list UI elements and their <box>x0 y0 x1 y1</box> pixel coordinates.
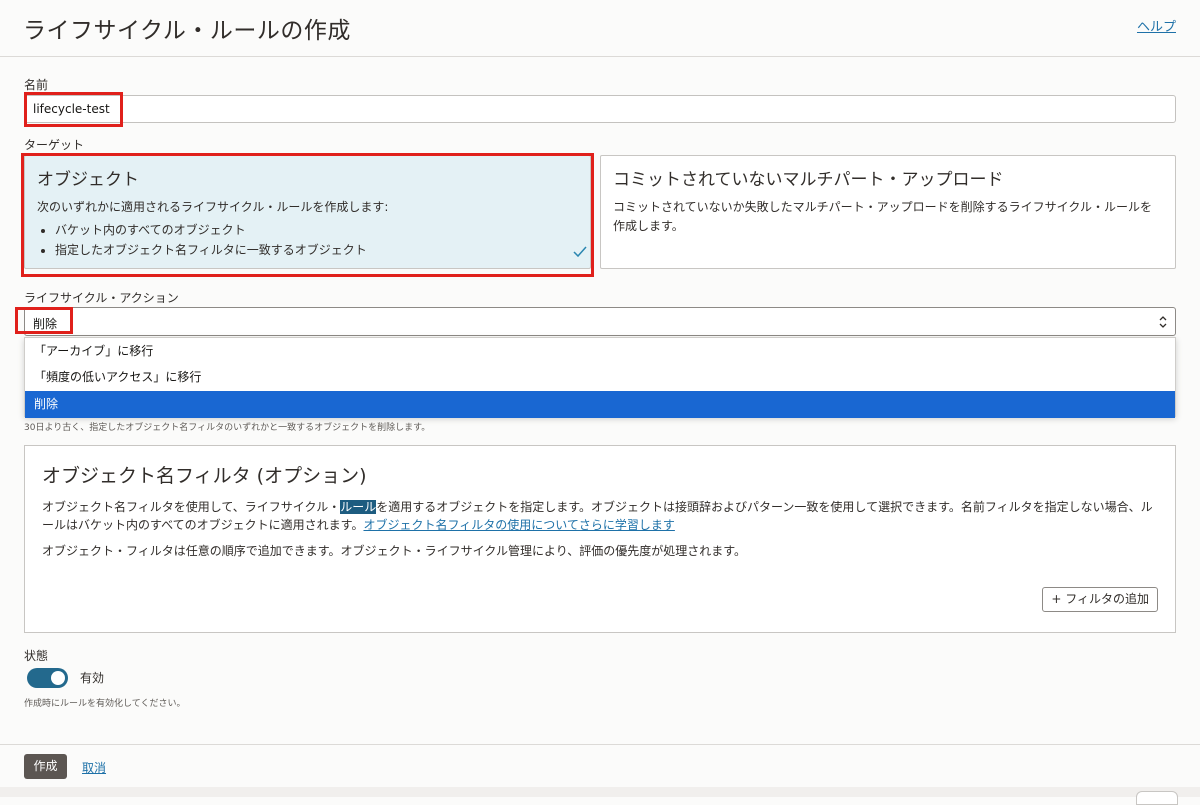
learn-more-link[interactable]: オブジェクト名フィルタの使用についてさらに学習します <box>363 518 674 532</box>
filter-panel-title: オブジェクト名フィルタ (オプション) <box>42 465 367 487</box>
action-label: ライフサイクル・アクション <box>24 291 179 305</box>
target-option-objects-bullets: バケット内のすべてのオブジェクト 指定したオブジェクト名フィルタに一致するオブジ… <box>39 220 367 260</box>
help-link[interactable]: ヘルプ <box>1137 16 1176 35</box>
status-toggle-label: 有効 <box>80 671 105 685</box>
list-item: 指定したオブジェクト名フィルタに一致するオブジェクト <box>55 240 367 260</box>
toggle-knob <box>51 671 65 685</box>
page-header: ライフサイクル・ルールの作成 ヘルプ <box>0 0 1200 57</box>
corner-tab-button[interactable] <box>1136 791 1178 805</box>
action-select[interactable]: 削除 <box>24 307 1176 336</box>
filter-panel-description: オブジェクト名フィルタを使用して、ライフサイクル・ルールを適用するオブジェクトを… <box>42 498 1157 534</box>
target-option-multipart-desc: コミットされていないか失敗したマルチパート・アップロードを削除するライフサイクル… <box>613 200 1153 233</box>
name-input[interactable]: lifecycle-test <box>24 95 1176 123</box>
status-toggle[interactable] <box>27 668 68 688</box>
dropdown-option-infrequent[interactable]: 「頻度の低いアクセス」に移行 <box>25 364 1175 391</box>
dropdown-option-delete[interactable]: 削除 <box>25 391 1175 418</box>
dropdown-option-archive[interactable]: 「アーカイブ」に移行 <box>25 338 1175 365</box>
chevron-updown-icon <box>1159 316 1167 328</box>
cancel-link[interactable]: 取消 <box>82 759 106 776</box>
action-select-value: 削除 <box>33 317 58 331</box>
checkmark-icon <box>573 246 587 258</box>
filter-desc-part: オブジェクト名フィルタを使用して、ライフサイクル・ <box>42 500 341 514</box>
target-option-objects[interactable]: オブジェクト 次のいずれかに適用されるライフサイクル・ルールを作成します: バケ… <box>24 155 591 269</box>
action-dropdown-list: 「アーカイブ」に移行 「頻度の低いアクセス」に移行 削除 <box>24 337 1176 418</box>
object-name-filter-panel: オブジェクト名フィルタ (オプション) オブジェクト名フィルタを使用して、ライフ… <box>24 445 1176 633</box>
target-option-multipart[interactable]: コミットされていないマルチパート・アップロード コミットされていないか失敗したマ… <box>600 155 1176 269</box>
page-title: ライフサイクル・ルールの作成 <box>23 18 351 44</box>
footer-bar: 作成 取消 <box>0 744 1200 805</box>
action-helper-text: 30日より古く、指定したオブジェクト名フィルタのいずれかと一致するオブジェクトを… <box>24 423 431 433</box>
name-label: 名前 <box>24 78 49 92</box>
add-filter-button[interactable]: + フィルタの追加 <box>1042 587 1158 612</box>
status-label: 状態 <box>24 649 49 663</box>
list-item: バケット内のすべてのオブジェクト <box>55 220 367 240</box>
target-option-objects-desc: 次のいずれかに適用されるライフサイクル・ルールを作成します: <box>37 200 389 214</box>
target-option-objects-title: オブジェクト <box>37 170 139 190</box>
filter-desc-highlight: ルール <box>340 500 377 514</box>
status-helper-text: 作成時にルールを有効化してください。 <box>24 699 186 709</box>
target-label: ターゲット <box>24 138 85 152</box>
filter-panel-note: オブジェクト・フィルタは任意の順序で追加できます。オブジェクト・ライフサイクル管… <box>42 544 747 558</box>
target-option-multipart-title: コミットされていないマルチパート・アップロード <box>613 170 1004 190</box>
create-button[interactable]: 作成 <box>24 754 67 779</box>
